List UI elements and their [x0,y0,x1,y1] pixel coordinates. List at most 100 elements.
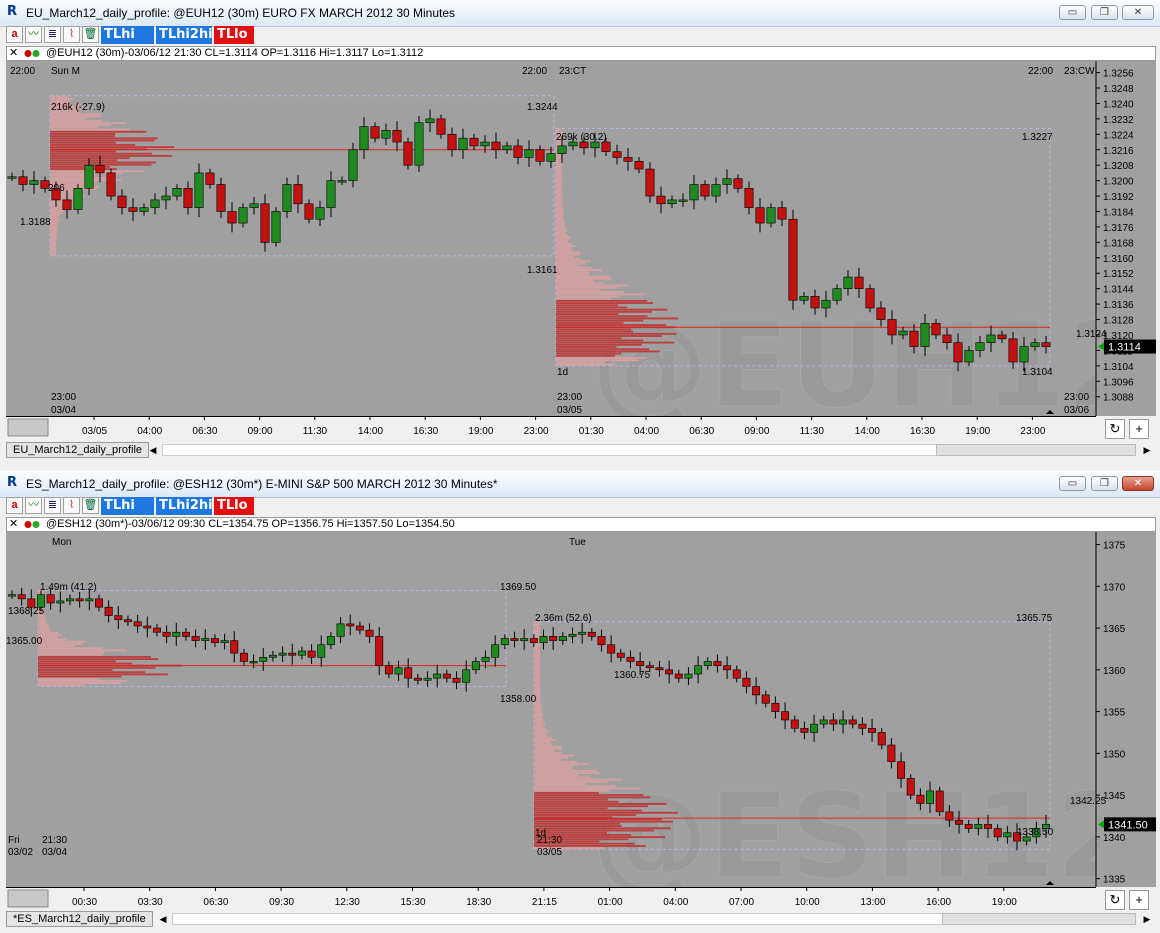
tllo-button[interactable]: TLlo [214,497,254,515]
tab-es-profile[interactable]: *ES_March12_daily_profile [6,911,153,927]
scrollbar-thumb[interactable] [942,913,1136,925]
volume-profile-bar [38,631,59,634]
candle-down [17,594,26,600]
volume-profile-bar [556,225,565,228]
candle-down [370,126,380,139]
y-tick-label: 1.3232 [1103,115,1134,126]
strategy-icon[interactable]: ⌇ [63,497,80,514]
candle-down [645,665,654,669]
strategy-icon[interactable]: ⌇ [63,26,80,43]
close-subchart-icon[interactable]: ✕ [9,518,18,531]
profile-low-label: 1.3188 [20,217,51,228]
session-start-label: 23:00 [557,392,582,403]
volume-profile-bar [556,304,619,307]
candle-up [315,207,325,220]
analysis-a-icon[interactable]: a [6,26,23,43]
close-button[interactable]: ✕ [1122,5,1154,20]
refresh-button[interactable]: ↻ [1105,890,1125,910]
add-button[interactable]: + [1129,890,1149,910]
candle-down [239,652,248,662]
volume-profile-bar [534,827,671,830]
chart-canvas[interactable]: @EUH121.32561.32481.32401.32321.32241.32… [6,61,1156,416]
candle-up [194,172,204,208]
price-chart-es[interactable]: @ESH12 1375 1370 1365 1360 1355 1350 1345 1340 13… [6,532,1156,887]
volume-profile-bar [556,335,663,337]
title-bar[interactable]: R ES_March12_daily_profile: @ESH12 (30m*… [0,471,1160,498]
tllo-button[interactable]: TLlo [214,26,254,44]
window-title: EU_March12_daily_profile: @EUH12 (30m) E… [26,6,456,20]
candle-down [616,652,625,658]
volume-profile-bar [534,707,542,710]
session-day-label: Mon [52,537,71,548]
title-bar[interactable]: R EU_March12_daily_profile: @EUH12 (30m)… [0,0,1160,27]
volume-profile-bar [556,247,572,250]
scroll-left-arrow[interactable]: ◀ [156,911,170,927]
candle-down [452,677,461,683]
volume-profile-bar [534,626,541,629]
minimize-button[interactable]: ▭ [1059,5,1086,20]
scrollbar-thumb[interactable] [936,444,1136,456]
scroll-right-arrow[interactable]: ▶ [1140,442,1154,458]
volume-profile-bar [556,308,668,311]
candle-up [722,178,732,185]
trash-icon[interactable]: 🗑 [82,497,99,514]
volume-profile-bar [38,651,105,654]
candle-down [848,719,857,725]
add-button[interactable]: + [1129,419,1149,439]
tlhi2hi-button[interactable]: TLhi2hi [156,497,213,515]
scroll-right-arrow[interactable]: ▶ [1140,911,1154,927]
close-button[interactable]: ✕ [1122,476,1154,491]
indicator-icon[interactable]: 〰 [25,497,42,514]
volume-profile-bar [534,719,543,721]
profile-high-label: 1365.75 [1016,613,1053,624]
session-day-label: Sun M [51,66,80,77]
minimize-button[interactable]: ▭ [1059,476,1086,491]
volume-profile-bar [556,240,568,243]
tlhi-button[interactable]: TLhi [101,497,154,515]
close-subchart-icon[interactable]: ✕ [9,47,18,60]
volume-profile-bar [38,649,127,652]
profile-low-label: 1358.00 [500,694,537,705]
tlhi-button[interactable]: TLhi [101,26,154,44]
grid-icon[interactable]: ≣ [44,497,61,514]
volume-profile-bar [556,181,563,184]
candle-down [865,288,875,309]
candle-down [788,218,798,301]
candle-down [953,342,963,363]
analysis-a-icon[interactable]: a [6,497,23,514]
candle-down [733,178,743,189]
toolbar: a 〰 ≣ ⌇ 🗑 TLhi TLhi2hi TLlo [6,26,1156,46]
candle-down [549,636,558,641]
window-es: R ES_March12_daily_profile: @ESH12 (30m*… [0,471,1160,933]
restore-button[interactable]: ❐ [1091,5,1118,20]
volume-profile-bar [534,716,543,719]
candle-down [535,149,545,162]
volume-profile-bar [534,670,541,673]
tlhi2hi-button[interactable]: TLhi2hi [156,26,213,44]
candle-down [887,744,896,763]
indicator-icon[interactable]: 〰 [25,26,42,43]
restore-button[interactable]: ❐ [1091,476,1118,491]
chart-canvas[interactable]: @ESH12 1375 1370 1365 1360 1355 1350 1345 1340 13… [6,532,1156,887]
trash-icon[interactable]: 🗑 [82,26,99,43]
grid-icon[interactable]: ≣ [44,26,61,43]
tab-eu-profile[interactable]: EU_March12_daily_profile [6,442,150,458]
candle-up [843,276,853,289]
scroll-left-arrow[interactable]: ◀ [146,442,160,458]
volume-profile-bar [50,222,58,225]
volume-profile-bar [534,650,541,653]
candle-down [877,732,886,746]
price-chart-eu[interactable]: @EUH12 1.3256 1.3248 1.3240 1.3232 1.3224 1.32… [6,61,1156,416]
candle-up [920,323,930,347]
refresh-button[interactable]: ↻ [1105,419,1125,439]
candle-up [423,677,432,681]
volume-profile-bar [556,185,563,188]
candle-up [425,118,435,124]
volume-profile-bar [534,663,541,666]
volume-profile-bar [38,666,156,669]
session-start-label: 21:30 [537,835,562,846]
candle-down [732,669,741,679]
volume-profile-bar [556,361,606,364]
candle-up [337,180,347,183]
candle-up [271,211,281,243]
